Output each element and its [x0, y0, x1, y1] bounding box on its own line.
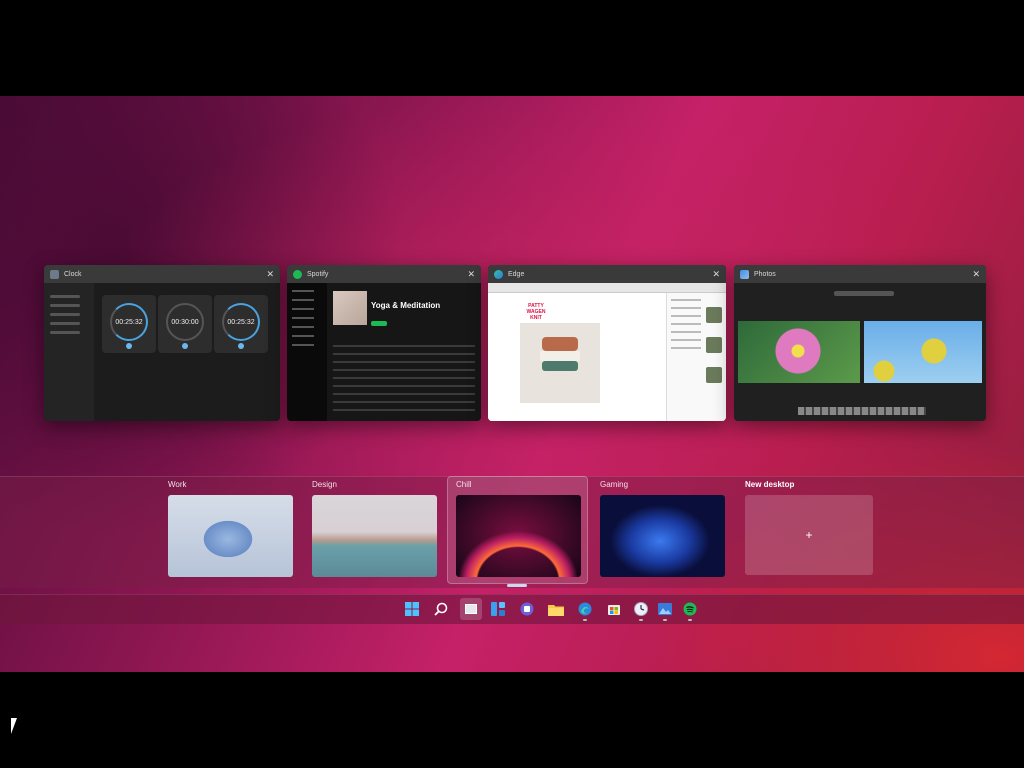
windows-start-icon[interactable]: [403, 600, 421, 618]
window-titlebar: Edge ✕: [488, 265, 726, 283]
close-icon[interactable]: ✕: [266, 269, 274, 280]
spotify-content: Yoga & Meditation: [287, 283, 481, 421]
spotify-main: Yoga & Meditation: [327, 283, 481, 421]
spotify-sidebar: [287, 283, 327, 421]
track-row[interactable]: [333, 369, 475, 371]
letterbox-top: [0, 0, 1024, 96]
desktop-gaming[interactable]: Gaming: [600, 479, 725, 577]
browser-sidebar: [666, 293, 726, 421]
desktop-thumbnail[interactable]: [456, 495, 581, 577]
browser-toolbar: [488, 283, 726, 293]
desktop-label: New desktop: [745, 480, 795, 489]
desktop-design[interactable]: Design: [312, 479, 437, 577]
desktop-chill[interactable]: Chill: [447, 476, 588, 584]
desktop-label: Work: [168, 480, 187, 489]
track-row[interactable]: [333, 409, 475, 411]
window-title: Edge: [508, 270, 525, 278]
mouse-cursor: [11, 718, 17, 734]
photos-icon: [740, 269, 749, 279]
close-icon[interactable]: ✕: [972, 269, 980, 280]
track-row[interactable]: [333, 345, 475, 347]
new-desktop[interactable]: New desktop +: [745, 479, 873, 575]
track-row[interactable]: [333, 401, 475, 403]
running-indicator: [583, 619, 587, 621]
photo-lotus[interactable]: [738, 321, 860, 383]
track-row[interactable]: [333, 361, 475, 363]
clock-app-icon[interactable]: [632, 600, 650, 618]
track-row[interactable]: [333, 353, 475, 355]
shop-logo: PATTY WAGEN KNIT: [526, 303, 546, 321]
track-row[interactable]: [333, 385, 475, 387]
photo-toolbar[interactable]: [834, 291, 894, 296]
play-icon[interactable]: [238, 343, 244, 349]
window-thumbnail-edge[interactable]: Edge ✕ PATTY WAGEN KNIT: [488, 265, 726, 421]
timer-card[interactable]: 00:25:32: [214, 295, 268, 353]
desktop-label: Design: [312, 480, 337, 489]
play-icon[interactable]: [126, 343, 132, 349]
edge-content: PATTY WAGEN KNIT: [488, 283, 726, 421]
desktop-thumbnail[interactable]: [168, 495, 293, 577]
playlist-title: Yoga & Meditation: [371, 301, 441, 310]
desktop-label: Gaming: [600, 480, 629, 489]
timer-card[interactable]: 00:25:32: [102, 295, 156, 353]
active-desktop-indicator: [507, 584, 527, 587]
spotify-icon[interactable]: [681, 600, 699, 618]
clock-content: 00:25:32 00:30:00 00:25:32: [44, 283, 280, 421]
desktop-work[interactable]: Work: [168, 479, 293, 577]
close-icon[interactable]: ✕: [712, 269, 720, 280]
photos-content: [734, 283, 986, 421]
play-button[interactable]: [371, 321, 387, 326]
desktop-label: Chill: [456, 480, 472, 489]
desktop-thumbnail[interactable]: [600, 495, 725, 577]
new-desktop-button[interactable]: +: [745, 495, 873, 575]
file-explorer-icon[interactable]: [547, 600, 565, 618]
window-thumbnail-spotify[interactable]: Spotify ✕ Yoga & Meditation: [287, 265, 481, 421]
desktop-thumbnail[interactable]: [312, 495, 437, 577]
product-image: [520, 323, 600, 403]
play-icon[interactable]: [182, 343, 188, 349]
window-title: Spotify: [307, 270, 329, 278]
search-icon[interactable]: [432, 600, 450, 618]
spotify-icon: [293, 269, 302, 279]
taskbar: [0, 594, 1024, 624]
filmstrip[interactable]: [798, 407, 926, 415]
timer-ring: 00:25:32: [110, 303, 148, 341]
running-indicator: [688, 619, 692, 621]
window-thumbnail-photos[interactable]: Photos ✕: [734, 265, 986, 421]
edge-icon[interactable]: [576, 600, 594, 618]
running-indicator: [663, 619, 667, 621]
clock-sidebar: [44, 283, 94, 421]
edge-icon: [494, 269, 503, 279]
window-titlebar: Spotify ✕: [287, 265, 481, 283]
track-row[interactable]: [333, 377, 475, 379]
timer-ring: 00:25:32: [222, 303, 260, 341]
teams-chat-icon[interactable]: [518, 600, 536, 618]
timer-ring: 00:30:00: [166, 303, 204, 341]
window-thumbnail-clock[interactable]: Clock ✕ 00:25:32 00:30:00 00:25:32: [44, 265, 280, 421]
widgets-icon[interactable]: [489, 600, 507, 618]
photos-icon[interactable]: [656, 600, 674, 618]
window-title: Clock: [64, 270, 82, 278]
track-row[interactable]: [333, 393, 475, 395]
plus-icon: +: [805, 528, 813, 542]
store-icon[interactable]: [605, 600, 623, 618]
timer-card[interactable]: 00:30:00: [158, 295, 212, 353]
running-indicator: [639, 619, 643, 621]
clock-app-icon: [50, 269, 59, 279]
playlist-cover: [333, 291, 367, 325]
photo-flowers[interactable]: [864, 321, 982, 383]
close-icon[interactable]: ✕: [467, 269, 475, 280]
task-view-icon[interactable]: [460, 598, 482, 620]
window-title: Photos: [754, 270, 776, 278]
task-view: Clock ✕ 00:25:32 00:30:00 00:25:32 Spoti…: [0, 96, 1024, 672]
window-titlebar: Clock ✕: [44, 265, 280, 283]
letterbox-bottom: [0, 672, 1024, 768]
window-titlebar: Photos ✕: [734, 265, 986, 283]
web-page: PATTY WAGEN KNIT: [488, 293, 666, 421]
